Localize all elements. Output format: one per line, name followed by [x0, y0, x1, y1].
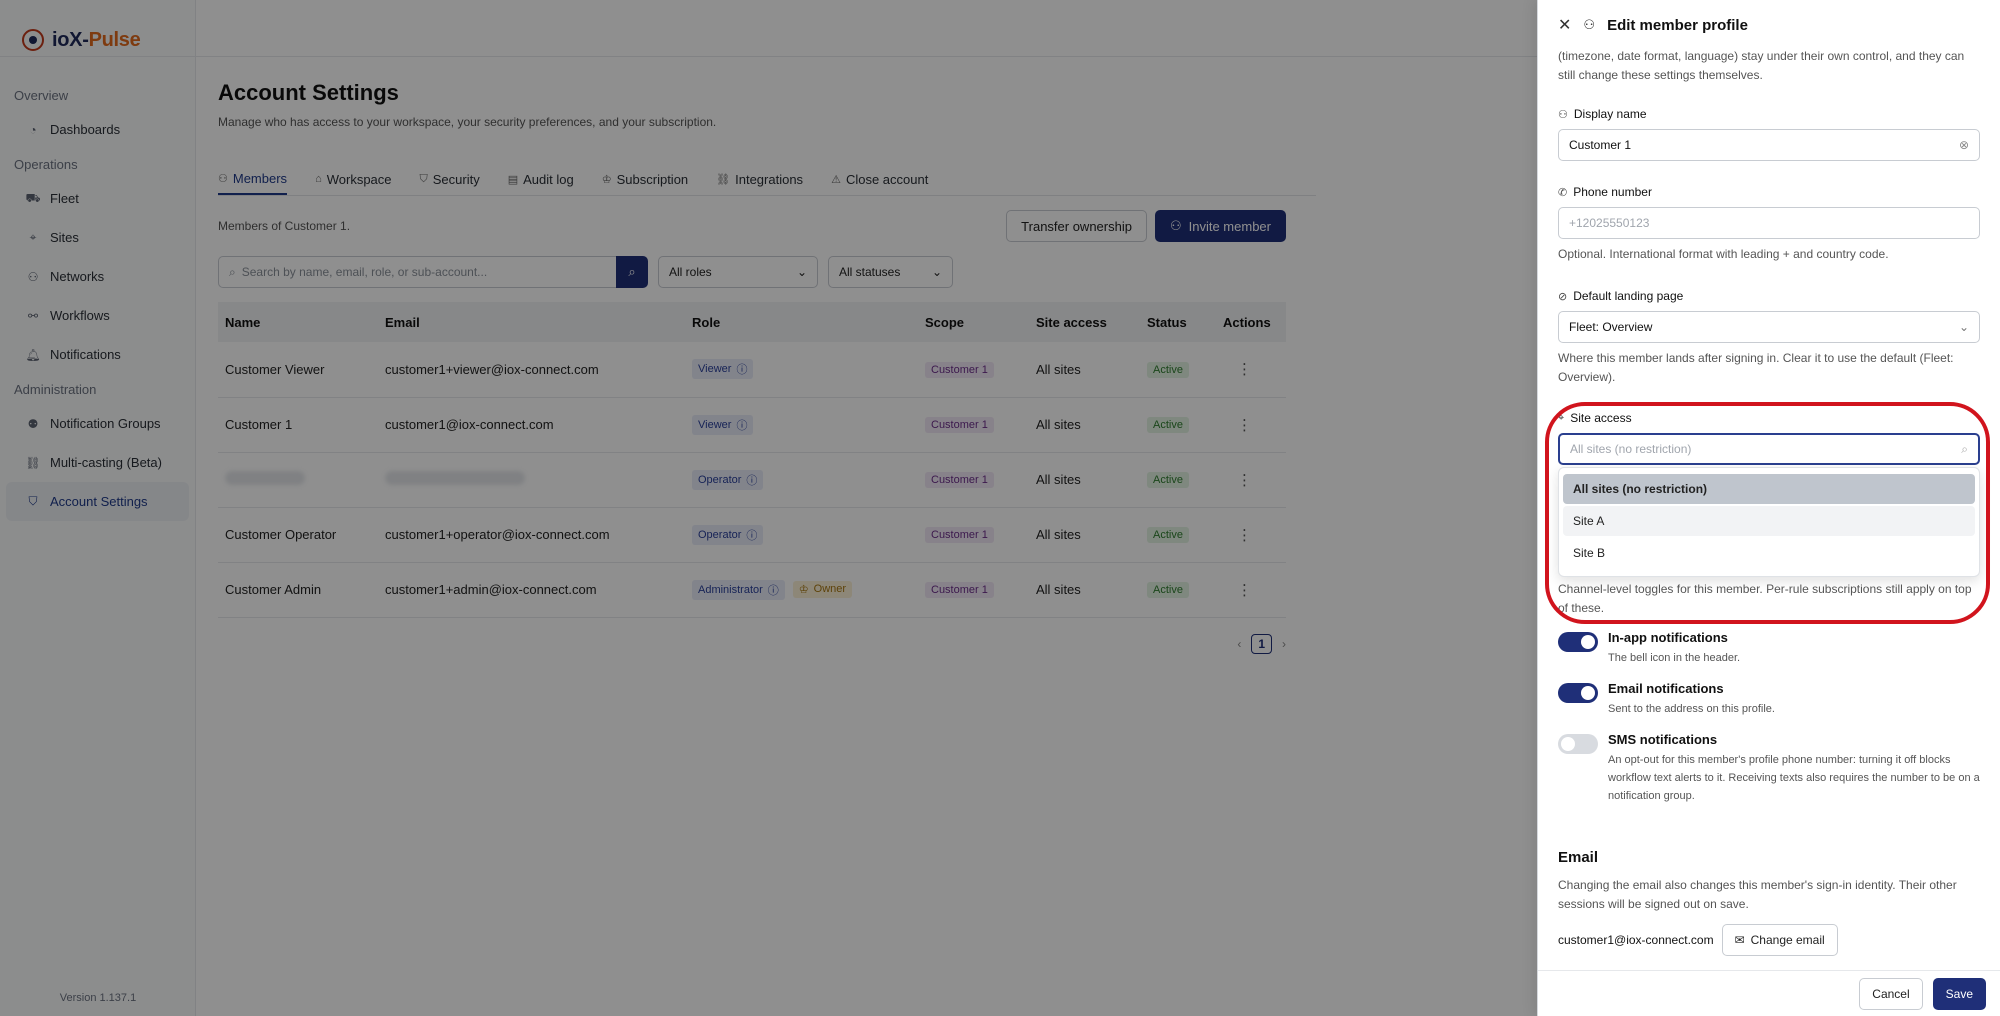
modal-backdrop[interactable]	[0, 0, 1537, 1016]
email-help-text: Changing the email also changes this mem…	[1558, 878, 1957, 911]
site-access-combobox[interactable]: All sites (no restriction) ⌕	[1558, 433, 1980, 465]
phone-help-text: Optional. International format with lead…	[1558, 247, 1889, 261]
toggle-title: In-app notifications	[1608, 630, 1728, 645]
site-access-dropdown: All sites (no restriction) Site A Site B	[1558, 467, 1980, 577]
toggle-desc: An opt-out for this member's profile pho…	[1608, 754, 1980, 802]
close-icon[interactable]: ✕	[1558, 15, 1571, 35]
channel-help-text: Channel-level toggles for this member. P…	[1558, 582, 1972, 615]
user-icon: ⚇	[1583, 17, 1596, 32]
phone-input[interactable]: +12025550123	[1558, 207, 1980, 239]
user-icon: ⚇	[1558, 108, 1568, 121]
current-email: customer1@iox-connect.com	[1558, 933, 1714, 947]
email-section-heading: Email	[1558, 849, 1599, 866]
clear-icon[interactable]: ⊗	[1959, 138, 1969, 152]
search-icon: ⌕	[1961, 441, 1968, 456]
email-notifications-toggle[interactable]	[1558, 683, 1598, 703]
inapp-notifications-toggle[interactable]	[1558, 632, 1598, 652]
display-name-label: Display name	[1573, 107, 1647, 121]
toggle-desc: The bell icon in the header.	[1608, 652, 1741, 664]
display-name-input[interactable]: Customer 1 ⊗	[1558, 129, 1980, 161]
phone-label: Phone number	[1573, 185, 1652, 199]
drawer-intro-text: (timezone, date format, language) stay u…	[1558, 49, 1965, 82]
edit-member-drawer: ✕ ⚇ Edit member profile (timezone, date …	[1537, 0, 2000, 1016]
chevron-down-icon: ⌄	[1958, 320, 1969, 334]
site-option-all[interactable]: All sites (no restriction)	[1563, 474, 1975, 504]
site-access-label: Site access	[1570, 411, 1632, 425]
landing-page-select[interactable]: Fleet: Overview ⌄	[1558, 311, 1980, 343]
change-email-button[interactable]: ✉ Change email	[1721, 924, 1838, 956]
landing-page-label: Default landing page	[1573, 289, 1684, 303]
sms-notifications-toggle[interactable]	[1558, 734, 1598, 754]
phone-icon: ✆	[1558, 186, 1568, 199]
toggle-title: SMS notifications	[1608, 732, 1718, 747]
save-button[interactable]: Save	[1932, 977, 1986, 1010]
landing-page-help-text: Where this member lands after signing in…	[1558, 351, 1954, 384]
pin-icon: ⌖	[1558, 411, 1565, 424]
toggle-desc: Sent to the address on this profile.	[1608, 703, 1775, 715]
site-option-a[interactable]: Site A	[1563, 506, 1975, 536]
drawer-title: Edit member profile	[1607, 16, 1748, 34]
site-option-b[interactable]: Site B	[1563, 538, 1975, 568]
cancel-button[interactable]: Cancel	[1859, 977, 1923, 1010]
mail-icon: ✉	[1734, 933, 1745, 947]
toggle-title: Email notifications	[1608, 681, 1724, 696]
compass-icon: ⊘	[1558, 290, 1568, 303]
